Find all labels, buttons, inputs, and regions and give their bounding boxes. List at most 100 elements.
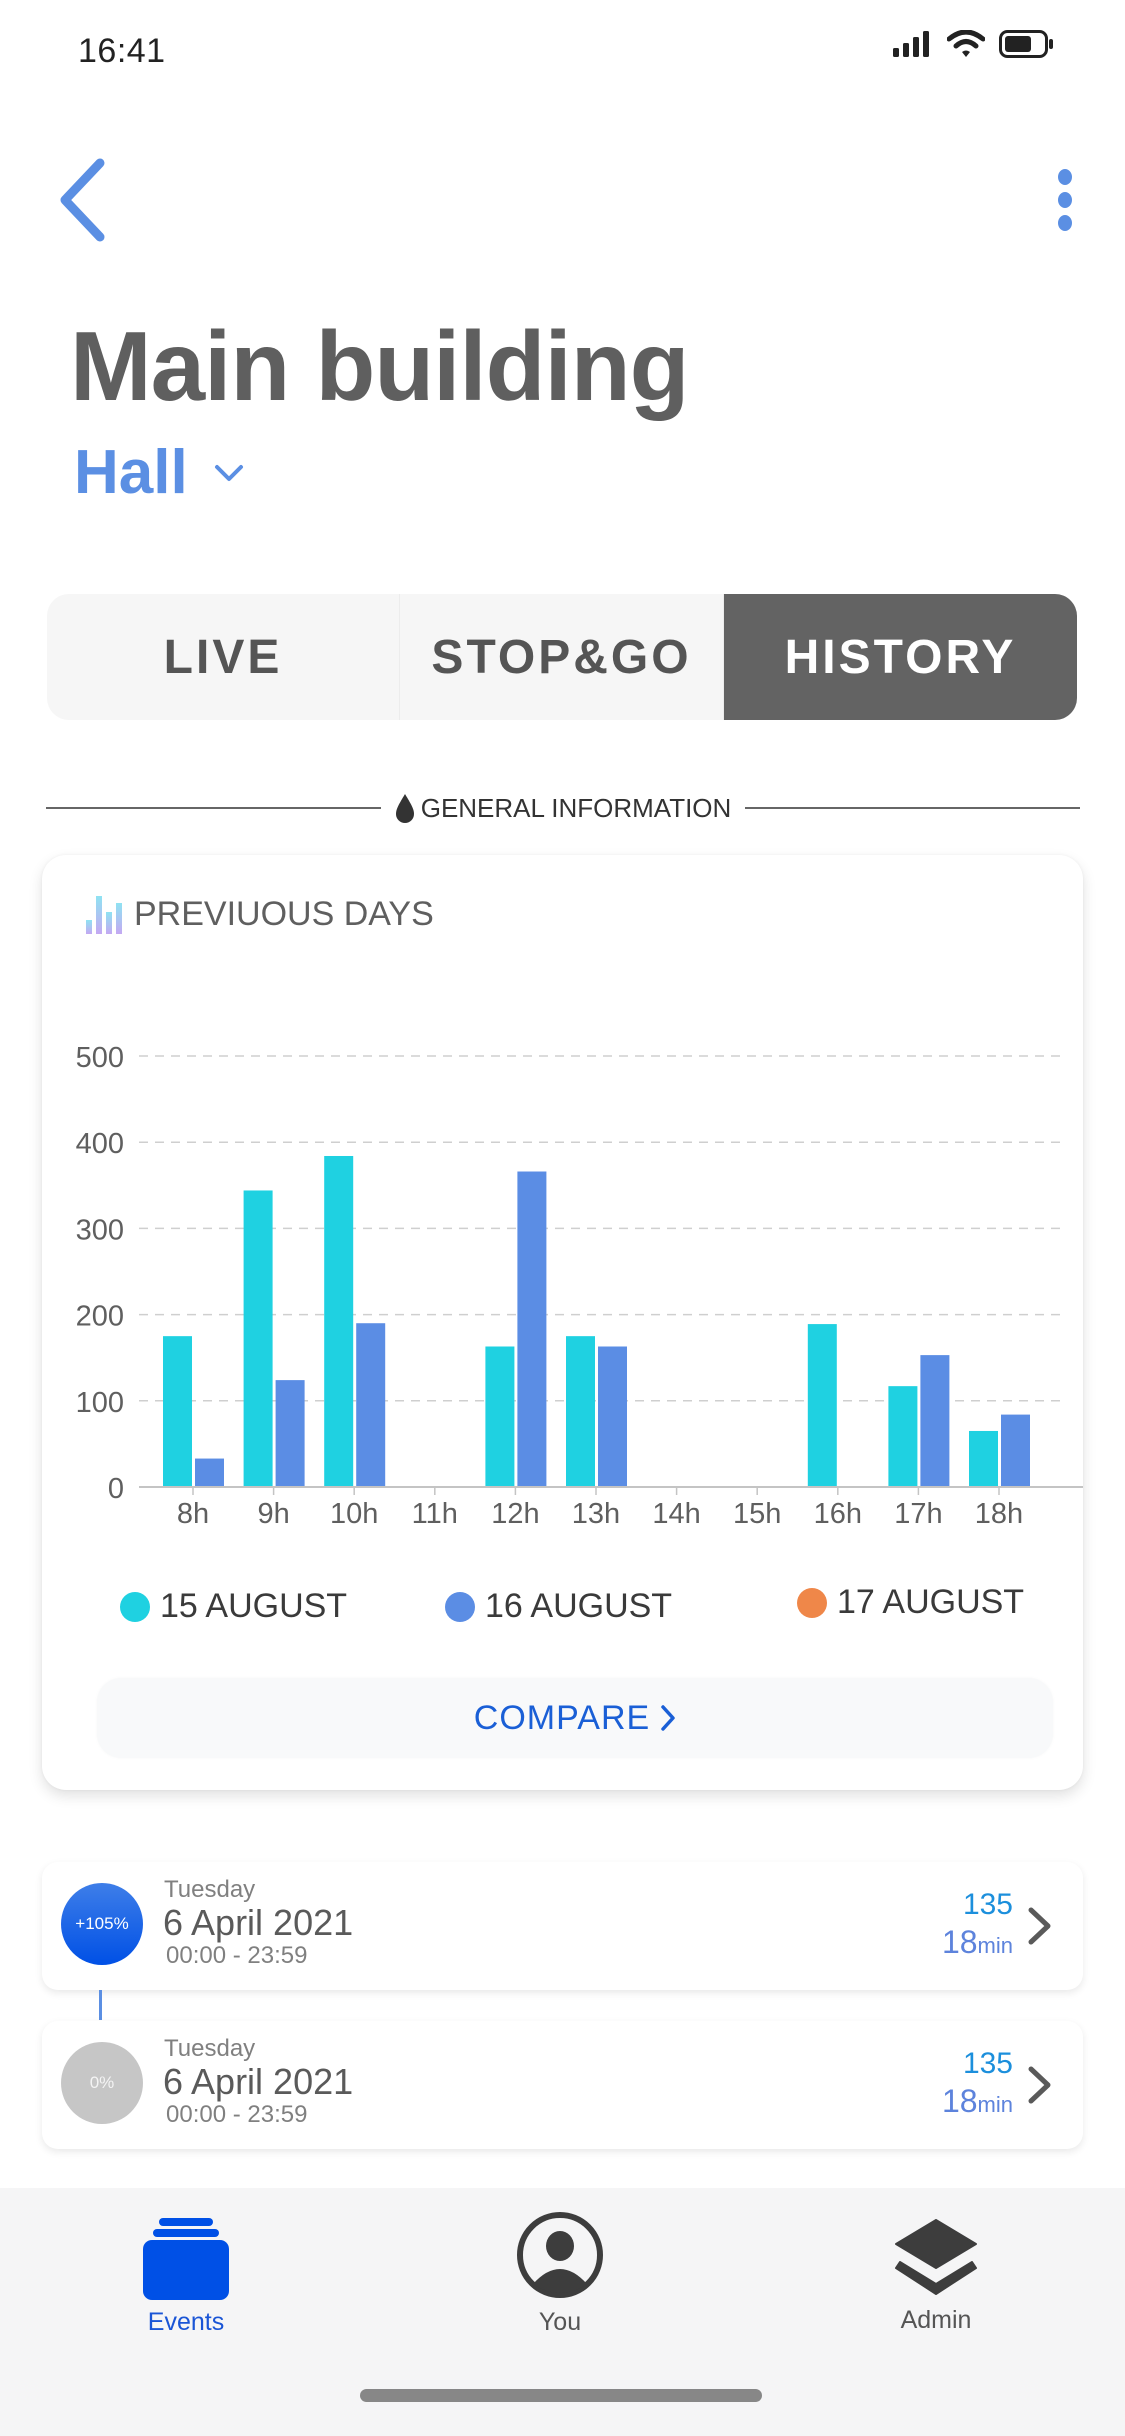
more-options-button[interactable] xyxy=(1045,165,1085,235)
bar-15-august-8h xyxy=(163,1336,192,1487)
x-tick-label: 12h xyxy=(491,1498,539,1530)
duration-unit: min xyxy=(977,1933,1013,1958)
bar-15-august-13h xyxy=(566,1336,595,1487)
tab-history[interactable]: HISTORY xyxy=(723,594,1077,720)
x-tick-label: 18h xyxy=(975,1498,1023,1530)
time-range: 00:00 - 23:59 xyxy=(166,2101,308,2128)
chevron-right-icon xyxy=(661,1705,675,1731)
y-tick-label: 400 xyxy=(76,1128,124,1160)
bar-16-august-8h xyxy=(195,1458,224,1487)
chevron-left-icon xyxy=(60,158,105,242)
view-tabs: LIVE STOP&GO HISTORY xyxy=(47,594,1077,720)
duration-value: 18 xyxy=(941,1924,978,1960)
date-label: 6 April 2021 xyxy=(163,1902,354,1943)
y-tick-label: 0 xyxy=(108,1473,124,1505)
bar-chart: 0 100 200 300 400 500 8h 9h 10h 11h 12h 13h 14h 15h 16… xyxy=(76,1042,1083,1530)
legend-dot xyxy=(797,1587,827,1618)
y-tick-label: 300 xyxy=(76,1214,124,1246)
tab-stop-go[interactable]: STOP&GO xyxy=(399,594,723,720)
drop-icon xyxy=(395,794,414,823)
section-label: GENERAL INFORMATION xyxy=(395,792,732,824)
x-tick-label: 8h xyxy=(177,1498,209,1530)
chevron-right-icon xyxy=(1028,2066,1051,2104)
duration-value: 18 xyxy=(941,2083,978,2119)
bar-15-august-12h xyxy=(485,1346,515,1487)
legend-dot xyxy=(120,1591,150,1622)
signal-icon xyxy=(893,31,929,57)
tab-live[interactable]: LIVE xyxy=(47,594,399,720)
divider-line xyxy=(46,807,381,809)
more-vertical-icon xyxy=(1058,169,1072,231)
bar-15-august-18h xyxy=(969,1430,998,1487)
status-time: 16:41 xyxy=(78,32,166,70)
bar-16-august-18h xyxy=(1001,1414,1030,1487)
x-tick-label: 15h xyxy=(733,1498,781,1530)
duration-unit: min xyxy=(977,2092,1013,2117)
legend-label: 16 AUGUST xyxy=(485,1587,673,1625)
previous-days-card: PREVIUOUS DAYS 0 100 200 300 400 500 8h 9h 10h 11… xyxy=(42,855,1083,1790)
events-icon xyxy=(143,2218,229,2300)
y-tick-label: 100 xyxy=(76,1387,124,1419)
legend-label: 15 AUGUST xyxy=(160,1587,348,1625)
day-label: Tuesday xyxy=(164,2035,256,2062)
location-label: Hall xyxy=(74,438,188,507)
duration: 18min xyxy=(942,2083,1013,2120)
timeline-connector xyxy=(99,1990,102,2020)
chevron-right-icon xyxy=(1028,1907,1051,1945)
battery-icon xyxy=(999,30,1053,58)
time-range: 00:00 - 23:59 xyxy=(166,1942,308,1969)
legend-item-16-august[interactable]: 16 AUGUST xyxy=(445,1587,672,1626)
x-tick-label: 9h xyxy=(257,1498,289,1530)
tabbar-label: Admin xyxy=(900,2306,972,2334)
back-button[interactable] xyxy=(55,155,115,245)
date-label: 6 April 2021 xyxy=(163,2061,354,2102)
bar-16-august-17h xyxy=(920,1355,950,1487)
bar-15-august-16h xyxy=(807,1324,837,1487)
bar-15-august-17h xyxy=(888,1386,918,1487)
layers-icon xyxy=(895,2219,977,2295)
bar-15-august-9h xyxy=(243,1190,273,1487)
wifi-icon xyxy=(947,30,985,57)
x-tick-label: 17h xyxy=(894,1498,942,1530)
duration: 18min xyxy=(942,1924,1013,1961)
legend-label: 17 AUGUST xyxy=(837,1583,1025,1621)
chart-legend: 15 AUGUST 16 AUGUST 17 AUGUST xyxy=(42,1583,1083,1637)
x-tick-label: 14h xyxy=(652,1498,700,1530)
change-badge: +105% xyxy=(61,1883,143,1965)
bar-16-august-9h xyxy=(275,1380,305,1487)
x-tick-label: 10h xyxy=(330,1498,378,1530)
compare-button[interactable]: COMPARE xyxy=(97,1678,1053,1758)
divider-line xyxy=(745,807,1081,809)
visitor-count: 135 xyxy=(962,1888,1013,1921)
compare-label: COMPARE xyxy=(473,1698,651,1737)
bar-16-august-13h xyxy=(598,1346,627,1487)
day-label: Tuesday xyxy=(164,1876,256,1903)
y-tick-label: 200 xyxy=(76,1301,124,1333)
home-indicator xyxy=(360,2389,762,2402)
bar-16-august-12h xyxy=(517,1171,547,1487)
section-title: GENERAL INFORMATION xyxy=(420,792,732,823)
location-selector[interactable]: Hall xyxy=(74,437,244,508)
history-list-item[interactable]: +105% Tuesday 6 April 2021 00:00 - 23:59… xyxy=(42,1862,1083,1990)
tabbar-label: Events xyxy=(147,2308,225,2336)
status-icons xyxy=(893,30,1055,58)
bar-15-august-10h xyxy=(324,1155,354,1487)
page-title: Main building xyxy=(70,311,689,421)
x-tick-label: 11h xyxy=(412,1498,458,1530)
legend-item-17-august[interactable]: 17 AUGUST xyxy=(797,1583,1024,1622)
tabbar-label: You xyxy=(538,2308,582,2336)
section-divider: GENERAL INFORMATION xyxy=(46,790,1081,826)
x-tick-label: 16h xyxy=(814,1498,862,1530)
history-list-item[interactable]: 0% Tuesday 6 April 2021 00:00 - 23:59 13… xyxy=(42,2021,1083,2149)
chevron-down-icon xyxy=(214,464,243,481)
legend-item-15-august[interactable]: 15 AUGUST xyxy=(120,1587,347,1626)
tabbar-you[interactable]: You xyxy=(460,2210,660,2337)
change-badge: 0% xyxy=(61,2042,143,2124)
bar-16-august-10h xyxy=(356,1323,386,1487)
tabbar-admin[interactable]: Admin xyxy=(836,2218,1036,2335)
y-tick-label: 500 xyxy=(76,1042,124,1074)
tabbar-events[interactable]: Events xyxy=(86,2218,286,2337)
legend-dot xyxy=(445,1591,475,1622)
user-circle-icon xyxy=(517,2212,603,2298)
visitor-count: 135 xyxy=(962,2047,1013,2080)
